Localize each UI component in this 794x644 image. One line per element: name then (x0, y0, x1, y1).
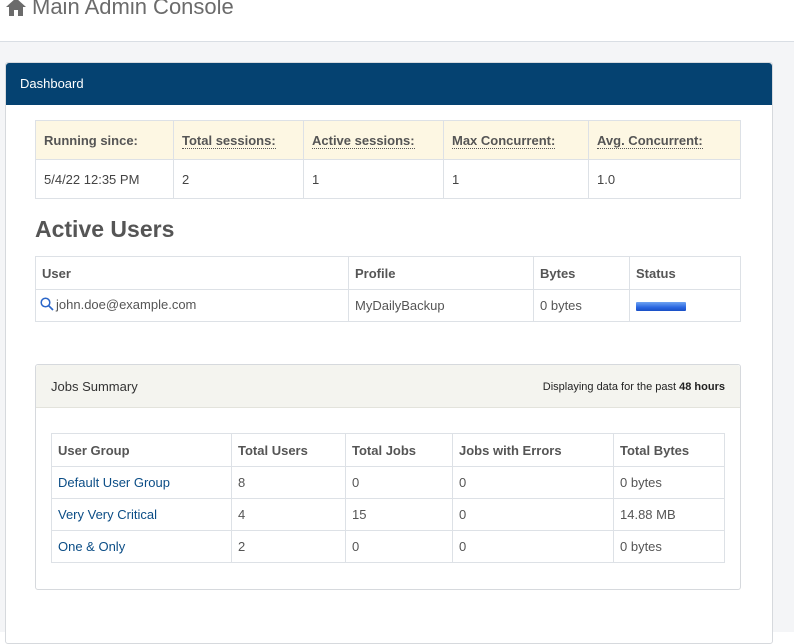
progress-bar (636, 302, 686, 312)
jobs-with-errors-cell: 0 (452, 498, 614, 531)
jobs-header-total-jobs: Total Jobs (345, 433, 453, 467)
users-header-bytes: Bytes (533, 256, 630, 290)
jobs-table: User Group Total Users Total Jobs Jobs w… (51, 433, 725, 563)
profile-cell: MyDailyBackup (348, 289, 534, 322)
total-users-cell: 4 (231, 498, 346, 531)
jobs-summary-title: Jobs Summary (51, 379, 138, 394)
jobs-with-errors-cell: 0 (452, 530, 614, 563)
jobs-header-total-users: Total Users (231, 433, 346, 467)
total-jobs-cell: 15 (345, 498, 453, 531)
jobs-summary-period: 48 hours (679, 381, 725, 393)
jobs-header-row: User Group Total Users Total Jobs Jobs w… (51, 433, 725, 467)
jobs-header-total-bytes: Total Bytes (613, 433, 725, 467)
jobs-header-user-group: User Group (51, 433, 232, 467)
user-group-link-one-and-only[interactable]: One & Only (58, 539, 125, 554)
stats-header-running-since: Running since: (35, 120, 174, 160)
jobs-summary-header: Jobs Summary Displaying data for the pas… (36, 365, 740, 408)
users-header-user: User (35, 256, 349, 290)
jobs-summary-note: Displaying data for the past 48 hours (542, 381, 725, 393)
stats-header-max-concurrent: Max Concurrent: (443, 120, 589, 160)
active-users-table: User Profile Bytes Status john.doe@examp… (35, 256, 741, 322)
stats-max-concurrent: 1 (443, 159, 589, 199)
stats-avg-concurrent: 1.0 (588, 159, 741, 199)
total-bytes-cell: 14.88 MB (613, 498, 725, 531)
bytes-cell: 0 bytes (533, 289, 630, 322)
total-jobs-cell: 0 (345, 530, 453, 563)
total-bytes-cell: 0 bytes (613, 530, 725, 563)
stats-active-sessions: 1 (303, 159, 444, 199)
jobs-summary-panel: Jobs Summary Displaying data for the pas… (35, 364, 741, 590)
stats-header-avg-concurrent: Avg. Concurrent: (588, 120, 741, 160)
stats-total-sessions: 2 (173, 159, 304, 199)
jobs-header-jobs-with-errors: Jobs with Errors (452, 433, 614, 467)
search-icon[interactable] (40, 297, 54, 314)
user-cell: john.doe@example.com (35, 289, 349, 322)
status-cell (629, 289, 741, 322)
table-row: john.doe@example.com MyDailyBackup 0 byt… (35, 289, 741, 322)
total-users-cell: 2 (231, 530, 346, 563)
stats-value-row: 5/4/22 12:35 PM 2 1 1 1.0 (35, 159, 741, 199)
table-row: One & Only 2 0 0 0 bytes (51, 530, 725, 563)
active-users-title: Active Users (35, 216, 175, 242)
table-row: Default User Group 8 0 0 0 bytes (51, 466, 725, 499)
stats-header-active-sessions: Active sessions: (303, 120, 444, 160)
jobs-with-errors-cell: 0 (452, 466, 614, 499)
total-bytes-cell: 0 bytes (613, 466, 725, 499)
table-row: Very Very Critical 4 15 0 14.88 MB (51, 498, 725, 531)
user-group-link-very-critical[interactable]: Very Very Critical (58, 507, 157, 522)
active-users-header-row: User Profile Bytes Status (35, 256, 741, 290)
stats-table: Running since: Total sessions: Active se… (35, 120, 741, 199)
stats-running-since: 5/4/22 12:35 PM (35, 159, 174, 199)
app-title-text: Main Admin Console (32, 0, 234, 19)
app-title[interactable]: Main Admin Console (5, 0, 234, 20)
total-users-cell: 8 (231, 466, 346, 499)
stats-header-total-sessions: Total sessions: (173, 120, 304, 160)
dashboard-heading: Dashboard (6, 63, 772, 105)
user-group-link-default[interactable]: Default User Group (58, 475, 170, 490)
top-bar: Main Admin Console (0, 0, 794, 42)
users-header-profile: Profile (348, 256, 534, 290)
user-email: john.doe@example.com (56, 296, 197, 312)
stats-header-row: Running since: Total sessions: Active se… (35, 120, 741, 160)
users-header-status: Status (629, 256, 741, 290)
total-jobs-cell: 0 (345, 466, 453, 499)
home-icon (5, 0, 27, 17)
